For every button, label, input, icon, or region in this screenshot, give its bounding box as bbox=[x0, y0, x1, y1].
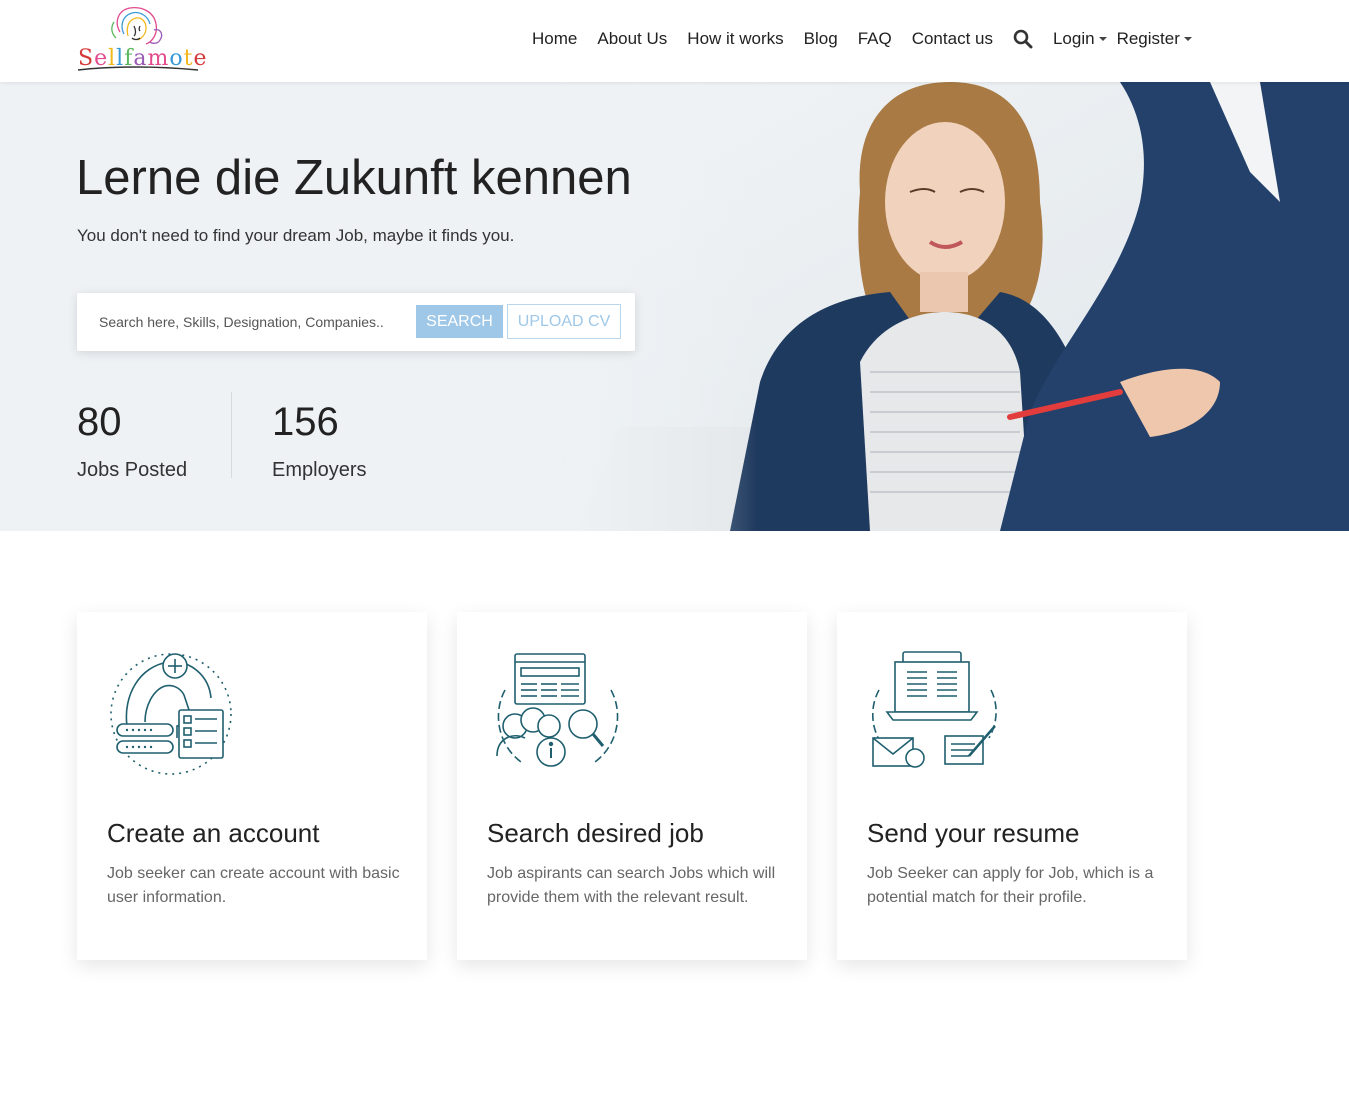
nav-blog[interactable]: Blog bbox=[804, 29, 838, 49]
stat-value: 156 bbox=[272, 400, 339, 444]
site-header: Sellfamote Home About Us How it works Bl… bbox=[0, 0, 1349, 82]
logo-underline bbox=[77, 66, 199, 71]
search-button[interactable]: SEARCH bbox=[416, 305, 503, 338]
stat-divider bbox=[231, 392, 232, 478]
nav-faq[interactable]: FAQ bbox=[858, 29, 892, 49]
caret-down-icon bbox=[1183, 37, 1192, 41]
send-resume-icon bbox=[871, 651, 997, 768]
step-card-send-resume: Send your resume Job Seeker can apply fo… bbox=[837, 612, 1187, 960]
step-description: Job aspirants can search Jobs which will… bbox=[487, 865, 776, 906]
job-search-box: SEARCH UPLOAD CV bbox=[77, 293, 635, 351]
search-icon[interactable] bbox=[1013, 29, 1033, 49]
create-account-icon bbox=[110, 653, 232, 775]
nav-contact-us[interactable]: Contact us bbox=[912, 29, 993, 49]
stat-employers: 156 Employers bbox=[272, 400, 366, 482]
hero-subtitle: You don't need to find your dream Job, m… bbox=[77, 226, 515, 245]
hero-title: Lerne die Zukunft kennen bbox=[76, 151, 632, 205]
step-card-create-account: Create an account Job seeker can create … bbox=[77, 612, 427, 960]
step-title: Send your resume bbox=[867, 818, 1080, 848]
login-dropdown[interactable]: Login bbox=[1053, 29, 1107, 49]
hero-photo bbox=[560, 82, 1349, 531]
stat-jobs-posted: 80 Jobs Posted bbox=[77, 400, 187, 482]
step-title: Search desired job bbox=[487, 818, 704, 848]
register-dropdown[interactable]: Register bbox=[1117, 29, 1192, 49]
nav-how-it-works[interactable]: How it works bbox=[687, 29, 783, 49]
hero-section: Lerne die Zukunft kennen You don't need … bbox=[0, 82, 1349, 531]
site-logo[interactable]: Sellfamote bbox=[76, 4, 206, 76]
step-description: Job Seeker can apply for Job, which is a… bbox=[867, 865, 1154, 906]
nav-home[interactable]: Home bbox=[532, 29, 577, 49]
stat-label: Employers bbox=[272, 459, 367, 481]
stat-value: 80 bbox=[77, 400, 122, 444]
upload-cv-button[interactable]: UPLOAD CV bbox=[507, 304, 621, 339]
step-title: Create an account bbox=[107, 818, 320, 848]
step-card-search-job: Search desired job Job aspirants can sea… bbox=[457, 612, 807, 960]
stat-label: Jobs Posted bbox=[77, 459, 188, 481]
nav-about-us[interactable]: About Us bbox=[597, 29, 667, 49]
main-nav: Home About Us How it works Blog FAQ Cont… bbox=[522, 26, 1202, 52]
register-label: Register bbox=[1116, 29, 1180, 48]
login-label: Login bbox=[1052, 29, 1095, 48]
step-description: Job seeker can create account with basic… bbox=[107, 865, 400, 906]
search-job-icon bbox=[496, 653, 619, 767]
caret-down-icon bbox=[1098, 37, 1107, 41]
search-input[interactable] bbox=[91, 307, 411, 337]
